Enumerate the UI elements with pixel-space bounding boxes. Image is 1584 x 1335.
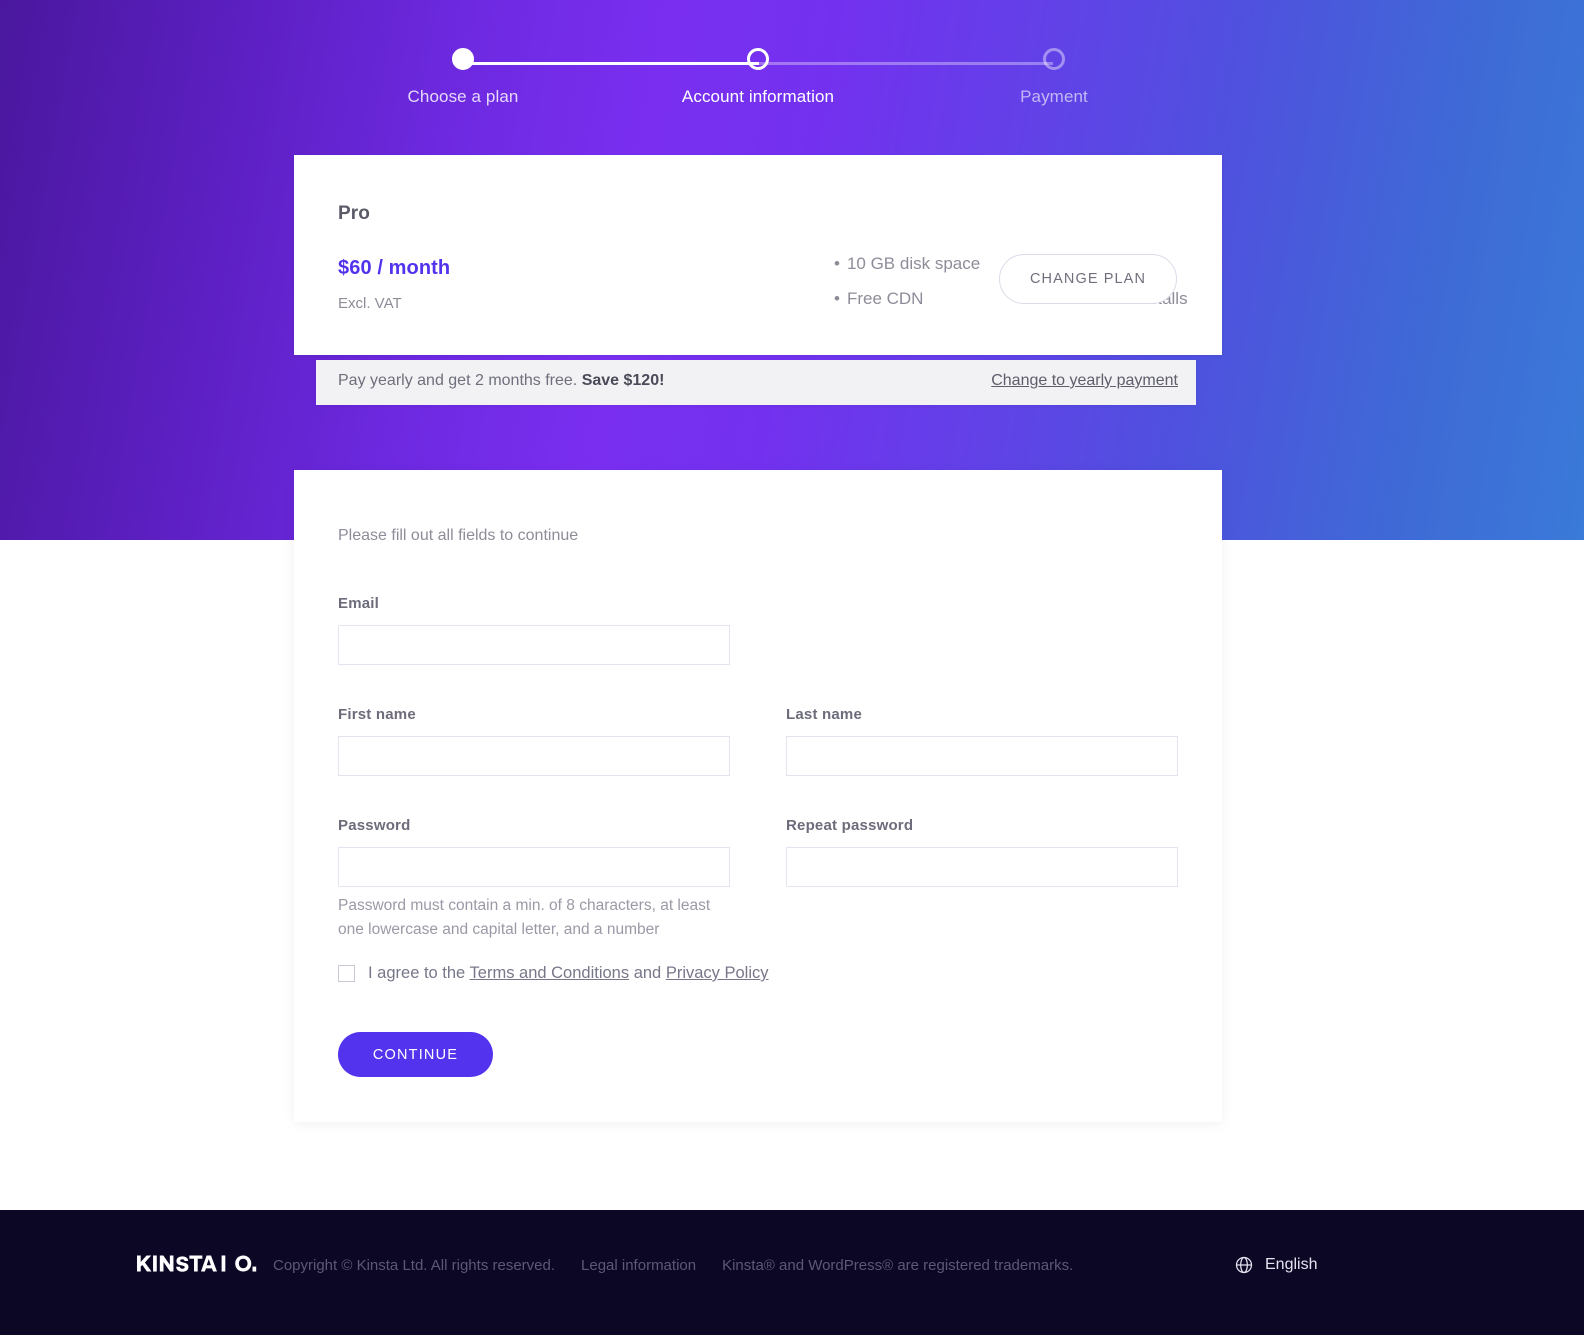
terms-agreement-row: I agree to the Terms and Conditions and … xyxy=(338,964,769,983)
terms-agreement-conjunction: and xyxy=(629,964,666,982)
kinsta-logo-icon xyxy=(137,1255,257,1272)
bullet-icon: • xyxy=(834,289,840,308)
change-plan-button[interactable]: CHANGE PLAN xyxy=(999,254,1177,304)
plan-feature-item: • Free CDN xyxy=(834,290,980,307)
language-selector[interactable]: English xyxy=(1234,1255,1317,1275)
password-label: Password xyxy=(338,817,411,834)
yearly-banner-savings: Save $120! xyxy=(581,372,665,389)
first-name-label: First name xyxy=(338,706,416,723)
footer-copyright: Copyright © Kinsta Ltd. All rights reser… xyxy=(273,1257,556,1274)
first-name-input[interactable] xyxy=(338,736,730,776)
terms-agreement-text: I agree to the Terms and Conditions and … xyxy=(368,964,769,983)
globe-icon xyxy=(1235,1256,1253,1274)
legal-information-link[interactable]: Legal information xyxy=(581,1257,696,1274)
footer-trademarks: Kinsta® and WordPress® are registered tr… xyxy=(722,1257,1074,1274)
plan-feature-item: • 10 GB disk space xyxy=(834,255,980,272)
language-label: English xyxy=(1265,1256,1318,1273)
plan-features-column-1: • 10 GB disk space • Free CDN xyxy=(834,255,980,325)
terms-agreement-prefix: I agree to the xyxy=(368,964,470,982)
yearly-payment-banner: Pay yearly and get 2 months free. Save $… xyxy=(316,360,1196,405)
email-label: Email xyxy=(338,595,380,612)
plan-feature-label: Free CDN xyxy=(846,289,924,308)
account-information-form-card: Please fill out all fields to continue E… xyxy=(294,470,1222,1122)
privacy-policy-link[interactable]: Privacy Policy xyxy=(666,964,769,982)
form-instruction-text: Please fill out all fields to continue xyxy=(338,527,579,544)
repeat-password-input[interactable] xyxy=(786,847,1178,887)
continue-button[interactable]: CONTINUE xyxy=(338,1032,493,1077)
password-input[interactable] xyxy=(338,847,730,887)
plan-name: Pro xyxy=(338,203,370,224)
plan-feature-label: 10 GB disk space xyxy=(846,254,981,273)
password-requirements-hint: Password must contain a min. of 8 charac… xyxy=(338,897,711,938)
plan-vat-note: Excl. VAT xyxy=(338,295,402,312)
repeat-password-label: Repeat password xyxy=(786,817,914,834)
yearly-banner-text-prefix: Pay yearly and get 2 months free. xyxy=(338,372,582,389)
yearly-banner-text: Pay yearly and get 2 months free. Save $… xyxy=(338,372,664,390)
change-to-yearly-payment-link[interactable]: Change to yearly payment xyxy=(991,372,1178,390)
footer-links: Copyright © Kinsta Ltd. All rights reser… xyxy=(273,1257,1073,1274)
plan-price: $60 / month xyxy=(338,257,451,279)
bullet-icon: • xyxy=(834,254,840,273)
terms-agreement-checkbox[interactable] xyxy=(338,965,355,982)
last-name-label: Last name xyxy=(786,706,862,723)
last-name-input[interactable] xyxy=(786,736,1178,776)
checkout-page: Choose a plan Account information Paymen… xyxy=(0,0,1584,1335)
terms-and-conditions-link[interactable]: Terms and Conditions xyxy=(470,964,630,982)
email-input[interactable] xyxy=(338,625,730,665)
